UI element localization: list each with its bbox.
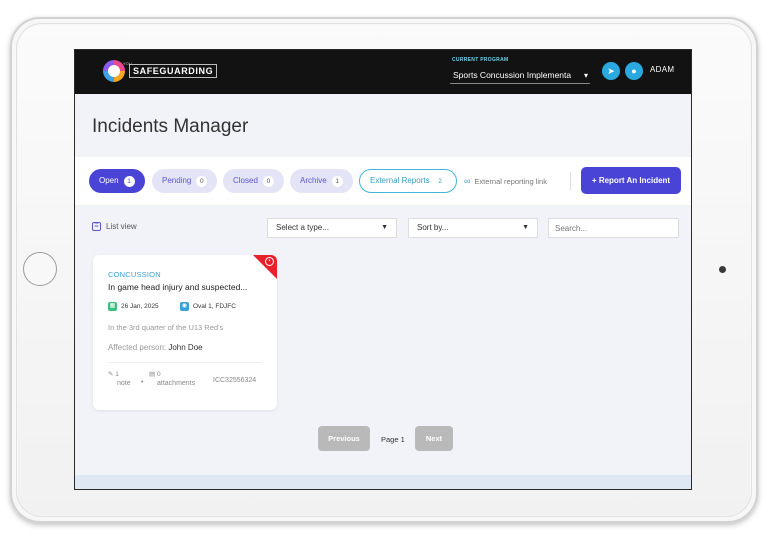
tab-label: Open: [99, 176, 119, 185]
notes-count-value: 1: [115, 371, 119, 378]
tab-label: Closed: [233, 176, 258, 185]
type-select-value: Select a type...: [276, 223, 329, 232]
calendar-icon: ▦: [108, 302, 117, 311]
program-label: CURRENT PROGRAM: [452, 57, 509, 63]
previous-button[interactable]: Previous: [318, 426, 370, 451]
affected-person: Affected person: John Doe: [108, 343, 203, 352]
home-button: [23, 252, 57, 286]
location-pin-icon: ◉: [180, 302, 189, 311]
user-name[interactable]: ADAM: [650, 65, 674, 74]
link-icon: ∞: [464, 176, 471, 186]
telegram-icon[interactable]: ➤: [602, 62, 620, 80]
report-incident-button[interactable]: + Report An Incident: [581, 167, 681, 194]
external-link-label: External reporting link: [474, 176, 547, 186]
next-button[interactable]: Next: [415, 426, 453, 451]
incident-card[interactable]: • CONCUSSION In game head injury and sus…: [93, 255, 277, 410]
caret-down-icon: ▼: [522, 224, 529, 231]
incident-description: In the 3rd quarter of the U13 Red's: [108, 323, 224, 332]
chevron-down-icon: ▾: [583, 71, 588, 80]
list-icon: ☰: [92, 222, 101, 231]
incident-date: ▦ 26 Jan, 2025: [108, 302, 159, 311]
incident-location: ◉ Oval 1, FDJFC: [180, 302, 236, 311]
divider: [570, 172, 571, 190]
notes-label: note: [117, 380, 131, 387]
tab-count-badge: 1: [123, 175, 135, 187]
tab-closed[interactable]: Closed 0: [223, 169, 284, 193]
tab-external-reports[interactable]: External Reports 2: [359, 169, 457, 193]
app-logo[interactable]: SAFEGUARDING: [103, 60, 218, 82]
attachments-count-value: 0: [156, 371, 161, 378]
notes-count: ✎ 1 note: [108, 371, 131, 389]
tab-pending[interactable]: Pending 0: [152, 169, 218, 193]
alert-icon: •: [265, 257, 274, 266]
logo-text: SAFEGUARDING: [129, 64, 218, 78]
attachments-count: ▤ 0 attachments: [149, 371, 195, 389]
incident-id: ICC32556324: [213, 377, 257, 384]
type-select[interactable]: Select a type... ▼: [267, 218, 397, 238]
top-bar: SAFEGUARDING YOU CURRENT PROGRAM Sports …: [75, 50, 691, 94]
camera-dot: [719, 266, 726, 273]
tab-label: External Reports: [370, 176, 430, 185]
footer-strip: [75, 475, 691, 489]
external-reporting-link[interactable]: ∞ External reporting link: [464, 176, 547, 186]
tab-archive[interactable]: Archive 1: [290, 169, 353, 193]
search-input[interactable]: [548, 218, 679, 238]
list-view-label: List view: [106, 222, 137, 231]
tab-count-badge: 0: [262, 175, 274, 187]
caret-down-icon: ▼: [381, 224, 388, 231]
attachments-label: attachments: [157, 380, 196, 387]
page-title: Incidents Manager: [92, 116, 249, 137]
card-footer: ✎ 1 note • ▤ 0 attachments ICC32556324: [108, 371, 268, 391]
status-tabs: Open 1 Pending 0 Closed 0 Archive 1 Exte…: [75, 157, 691, 205]
incident-title: In game head injury and suspected...: [108, 282, 248, 292]
card-divider: [108, 362, 262, 363]
sort-select[interactable]: Sort by... ▼: [408, 218, 538, 238]
tab-label: Pending: [162, 176, 192, 185]
tab-count-badge: 1: [331, 175, 343, 187]
page-indicator: Page 1: [381, 435, 405, 444]
tab-label: Archive: [300, 176, 327, 185]
logo-subtext: YOU: [123, 61, 132, 66]
incident-date-text: 26 Jan, 2025: [121, 303, 159, 310]
user-icon[interactable]: ●: [625, 62, 643, 80]
incident-type: CONCUSSION: [108, 270, 161, 279]
program-select[interactable]: Sports Concussion Implementa ▾: [450, 67, 590, 84]
program-value: Sports Concussion Implementa: [453, 70, 572, 80]
sort-select-value: Sort by...: [417, 223, 449, 232]
separator-dot: •: [141, 379, 144, 386]
attachment-icon: ▤: [149, 371, 156, 378]
incident-location-text: Oval 1, FDJFC: [193, 303, 236, 310]
logo-icon: [103, 60, 125, 82]
tab-count-badge: 0: [196, 175, 208, 187]
affected-name: John Doe: [168, 343, 203, 352]
list-view-toggle[interactable]: ☰ List view: [92, 222, 137, 231]
tab-open[interactable]: Open 1: [89, 169, 145, 193]
tab-count-badge: 2: [434, 175, 446, 187]
app-screen: SAFEGUARDING YOU CURRENT PROGRAM Sports …: [74, 49, 692, 490]
affected-label: Affected person:: [108, 343, 167, 352]
note-icon: ✎: [108, 371, 114, 378]
